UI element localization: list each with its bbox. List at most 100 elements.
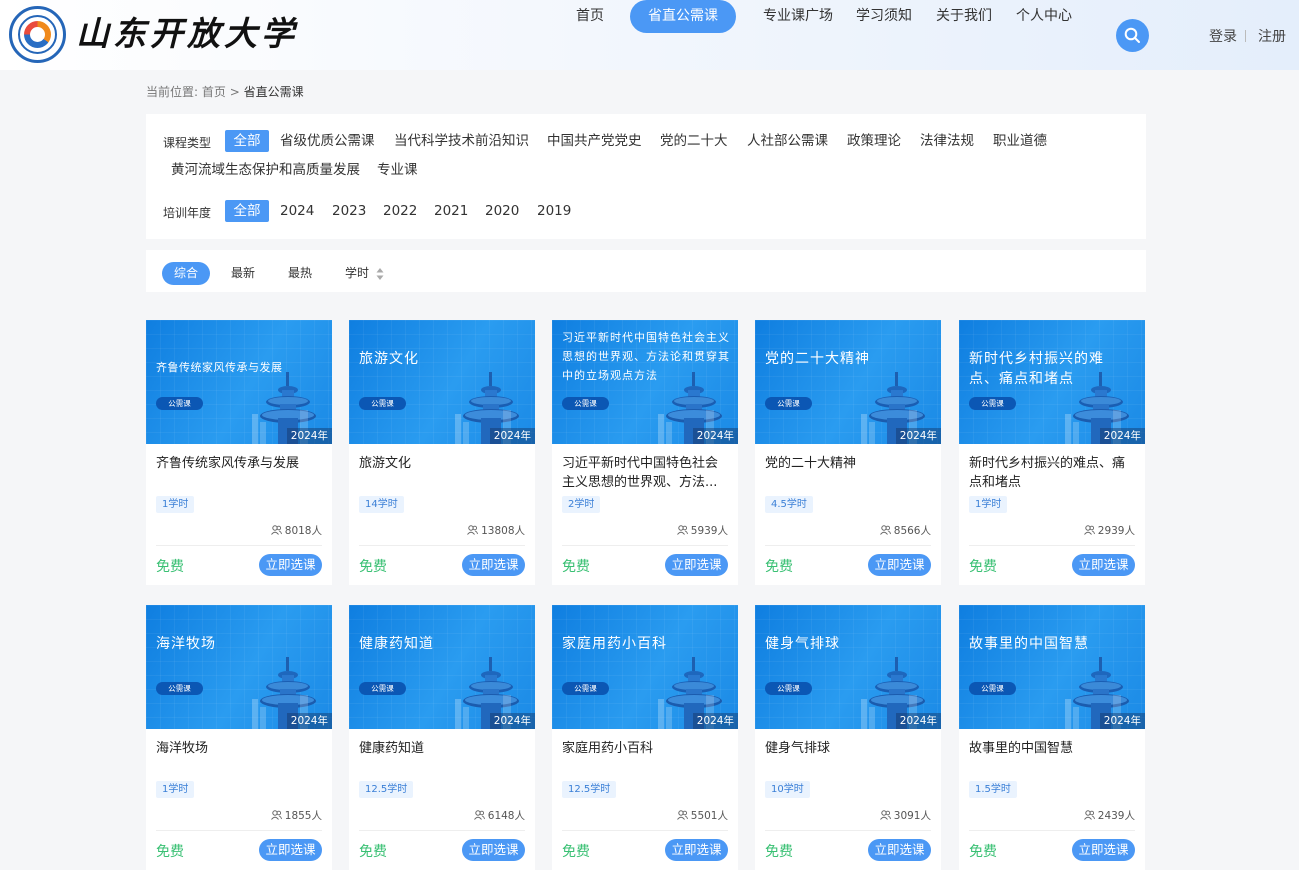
course-thumbnail[interactable]: 健身气排球 公需课 2024年	[755, 605, 941, 729]
course-title[interactable]: 故事里的中国智慧	[969, 739, 1137, 758]
enroll-button[interactable]: 立即选课	[1072, 554, 1135, 576]
type-filter-yellow-river[interactable]: 黄河流域生态保护和高质量发展	[171, 159, 360, 181]
users-icon	[1083, 810, 1095, 820]
course-title[interactable]: 旅游文化	[359, 454, 527, 473]
course-card[interactable]: 党的二十大精神 公需课 2024年 党的二十大精神 4.5学时 8566人 免费 立即选课	[755, 320, 941, 585]
course-title[interactable]: 健身气排球	[765, 739, 933, 758]
course-thumbnail[interactable]: 海洋牧场 公需课 2024年	[146, 605, 332, 729]
learner-count: 1855人	[270, 808, 322, 823]
course-hours-badge: 1.5学时	[969, 781, 1017, 798]
course-thumbnail[interactable]: 新时代乡村振兴的难点、痛点和堵点 公需课 2024年	[959, 320, 1145, 444]
course-thumbnail[interactable]: 故事里的中国智慧 公需课 2024年	[959, 605, 1145, 729]
year-filter-2022[interactable]: 2022	[383, 200, 417, 222]
sort-hottest[interactable]: 最热	[288, 262, 312, 285]
learner-count-value: 5939人	[690, 525, 728, 537]
course-card[interactable]: 家庭用药小百科 公需课 2024年 家庭用药小百科 12.5学时 5501人 免费 立即选课	[552, 605, 738, 870]
course-thumbnail[interactable]: 旅游文化 公需课 2024年	[349, 320, 535, 444]
filter-panel: 课程类型 全部 省级优质公需课 当代科学技术前沿知识 中国共产党党史 党的二十大…	[146, 114, 1146, 239]
year-filter-all[interactable]: 全部	[225, 200, 269, 222]
course-title[interactable]: 新时代乡村振兴的难点、痛点和堵点	[969, 454, 1137, 492]
course-card[interactable]: 健身气排球 公需课 2024年 健身气排球 10学时 3091人 免费 立即选课	[755, 605, 941, 870]
users-icon	[270, 525, 282, 535]
course-thumbnail[interactable]: 家庭用药小百科 公需课 2024年	[552, 605, 738, 729]
course-type-label: 课程类型	[163, 136, 212, 150]
breadcrumb-home[interactable]: 首页	[202, 85, 226, 99]
type-filter-party-history[interactable]: 中国共产党党史	[547, 130, 642, 152]
enroll-button[interactable]: 立即选课	[462, 554, 525, 576]
course-card[interactable]: 旅游文化 公需课 2024年 旅游文化 14学时 13808人 免费 立即选课	[349, 320, 535, 585]
type-filter-provincial-quality[interactable]: 省级优质公需课	[280, 130, 375, 152]
course-price: 免费	[156, 559, 184, 575]
card-divider	[765, 830, 931, 831]
enroll-button[interactable]: 立即选课	[868, 554, 931, 576]
type-filter-science-frontier[interactable]: 当代科学技术前沿知识	[394, 130, 529, 152]
nav-major-courses[interactable]: 专业课广场	[763, 0, 833, 33]
type-filter-all[interactable]: 全部	[225, 130, 269, 152]
course-thumbnail[interactable]: 健康药知道 公需课 2024年	[349, 605, 535, 729]
enroll-button[interactable]: 立即选课	[1072, 839, 1135, 861]
enroll-button[interactable]: 立即选课	[665, 839, 728, 861]
course-year-tag: 2024年	[286, 428, 332, 444]
enroll-button[interactable]: 立即选课	[462, 839, 525, 861]
nav-personal-center[interactable]: 个人中心	[1016, 0, 1072, 33]
course-type-badge: 公需课	[562, 397, 609, 410]
year-filter-2019[interactable]: 2019	[537, 200, 571, 222]
year-filter-2021[interactable]: 2021	[434, 200, 468, 222]
year-filter-2024[interactable]: 2024	[280, 200, 314, 222]
course-card[interactable]: 海洋牧场 公需课 2024年 海洋牧场 1学时 1855人 免费 立即选课	[146, 605, 332, 870]
course-price: 免费	[562, 559, 590, 575]
course-thumbnail[interactable]: 习近平新时代中国特色社会主义思想的世界观、方法论和贯穿其中的立场观点方法 公需课 2…	[552, 320, 738, 444]
breadcrumb-current: 省直公需课	[243, 85, 304, 99]
course-card[interactable]: 故事里的中国智慧 公需课 2024年 故事里的中国智慧 1.5学时 2439人 免费 立即选课	[959, 605, 1145, 870]
card-divider	[562, 830, 728, 831]
course-title[interactable]: 海洋牧场	[156, 739, 324, 758]
learner-count-value: 2939人	[1097, 525, 1135, 537]
year-filter-2020[interactable]: 2020	[485, 200, 519, 222]
course-title[interactable]: 健康药知道	[359, 739, 527, 758]
course-thumbnail[interactable]: 党的二十大精神 公需课 2024年	[755, 320, 941, 444]
course-title[interactable]: 习近平新时代中国特色社会主义思想的世界观、方法...	[562, 454, 730, 492]
course-thumbnail[interactable]: 齐鲁传统家风传承与发展 公需课 2024年	[146, 320, 332, 444]
course-type-badge: 公需课	[156, 682, 203, 695]
course-title[interactable]: 家庭用药小百科	[562, 739, 730, 758]
register-link[interactable]: 注册	[1258, 26, 1286, 46]
type-filter-law[interactable]: 法律法规	[920, 130, 974, 152]
type-filter-mohrss[interactable]: 人社部公需课	[747, 130, 828, 152]
users-icon	[473, 810, 485, 820]
course-title[interactable]: 齐鲁传统家风传承与发展	[156, 454, 324, 473]
course-card[interactable]: 齐鲁传统家风传承与发展 公需课 2024年 齐鲁传统家风传承与发展 1学时 8018人 免费…	[146, 320, 332, 585]
course-price: 免费	[359, 844, 387, 860]
course-title[interactable]: 党的二十大精神	[765, 454, 933, 473]
thumbnail-title: 故事里的中国智慧	[969, 636, 1089, 652]
enroll-button[interactable]: 立即选课	[259, 554, 322, 576]
sort-comprehensive[interactable]: 综合	[162, 262, 210, 285]
sort-hours[interactable]: 学时	[345, 262, 369, 285]
learner-count: 3091人	[879, 808, 931, 823]
university-logo-text[interactable]: 山东开放大学	[76, 12, 298, 56]
login-link[interactable]: 登录	[1209, 26, 1237, 46]
nav-home[interactable]: 首页	[576, 0, 604, 33]
enroll-button[interactable]: 立即选课	[868, 839, 931, 861]
thumbnail-title: 家庭用药小百科	[562, 636, 667, 652]
enroll-button[interactable]: 立即选课	[665, 554, 728, 576]
sort-newest[interactable]: 最新	[231, 262, 255, 285]
nav-about-us[interactable]: 关于我们	[936, 0, 992, 33]
enroll-button[interactable]: 立即选课	[259, 839, 322, 861]
university-emblem-icon[interactable]	[9, 6, 66, 63]
type-filter-policy-theory[interactable]: 政策理论	[847, 130, 901, 152]
search-icon	[1124, 27, 1140, 43]
year-filter-2023[interactable]: 2023	[332, 200, 366, 222]
nav-study-notes[interactable]: 学习须知	[856, 0, 912, 33]
course-year-tag: 2024年	[692, 428, 738, 444]
course-year-tag: 2024年	[489, 713, 535, 729]
course-year-tag: 2024年	[286, 713, 332, 729]
course-card[interactable]: 新时代乡村振兴的难点、痛点和堵点 公需课 2024年新时代乡村振兴的难点、痛点和堵点…	[959, 320, 1145, 585]
sort-arrows-icon[interactable]	[376, 268, 384, 280]
course-card[interactable]: 健康药知道 公需课 2024年 健康药知道 12.5学时 6148人 免费 立即选课	[349, 605, 535, 870]
course-card[interactable]: 习近平新时代中国特色社会主义思想的世界观、方法论和贯穿其中的立场观点方法 公需课 2…	[552, 320, 738, 585]
type-filter-ethics[interactable]: 职业道德	[993, 130, 1047, 152]
search-button[interactable]	[1116, 19, 1149, 52]
type-filter-major[interactable]: 专业课	[377, 159, 418, 181]
type-filter-20th-congress[interactable]: 党的二十大	[660, 130, 728, 152]
nav-provincial-courses[interactable]: 省直公需课	[630, 0, 736, 33]
